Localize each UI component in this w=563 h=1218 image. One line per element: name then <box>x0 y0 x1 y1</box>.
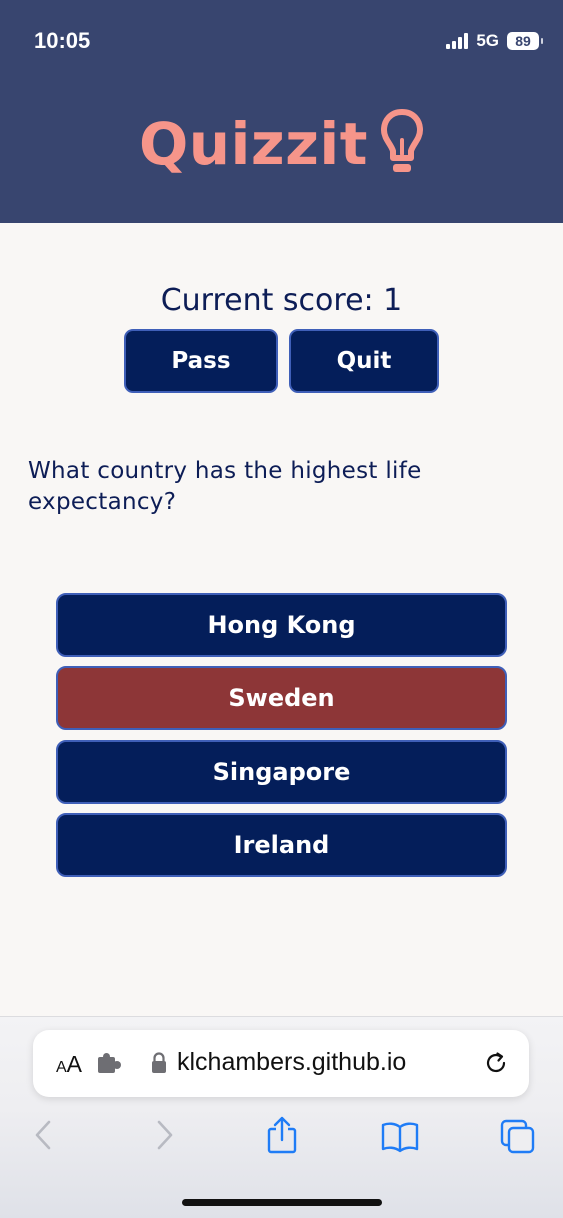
answer-button-2[interactable]: Sweden <box>56 666 507 730</box>
battery-nub <box>541 38 543 44</box>
app-header: 10:05 5G 89 Quizzit <box>0 0 563 223</box>
bookmarks-icon[interactable] <box>381 1121 419 1153</box>
home-indicator[interactable] <box>182 1199 382 1206</box>
answer-button-4[interactable]: Ireland <box>56 813 507 877</box>
signal-icon <box>446 33 469 49</box>
browser-chrome: AA klchambers.github.io <box>0 1016 563 1218</box>
share-icon[interactable] <box>266 1115 298 1155</box>
brand-title: Quizzit <box>138 110 369 178</box>
battery-icon: 89 <box>507 32 539 50</box>
url-text[interactable]: klchambers.github.io <box>177 1048 406 1077</box>
question-text: What country has the highest life expect… <box>28 458 422 515</box>
text-size-button[interactable]: AA <box>56 1051 82 1078</box>
extension-icon[interactable] <box>97 1053 123 1075</box>
lightbulb-icon <box>381 109 424 172</box>
pass-button[interactable]: Pass <box>124 329 278 393</box>
text-size-large: A <box>66 1051 83 1077</box>
address-bar[interactable]: AA klchambers.github.io <box>33 1030 529 1097</box>
brand: Quizzit <box>0 108 563 180</box>
status-time: 10:05 <box>34 28 91 53</box>
forward-icon[interactable] <box>155 1118 175 1152</box>
network-label: 5G <box>476 31 499 50</box>
answer-button-1[interactable]: Hong Kong <box>56 593 507 657</box>
tabs-icon[interactable] <box>500 1119 536 1155</box>
status-indicators: 5G 89 <box>446 31 543 51</box>
reload-icon[interactable] <box>483 1050 509 1076</box>
back-icon[interactable] <box>33 1118 53 1152</box>
answer-button-3[interactable]: Singapore <box>56 740 507 804</box>
text-size-small: A <box>56 1059 67 1076</box>
lock-icon <box>152 1052 166 1073</box>
quit-button[interactable]: Quit <box>289 329 439 393</box>
current-score: Current score: 1 <box>160 283 403 318</box>
